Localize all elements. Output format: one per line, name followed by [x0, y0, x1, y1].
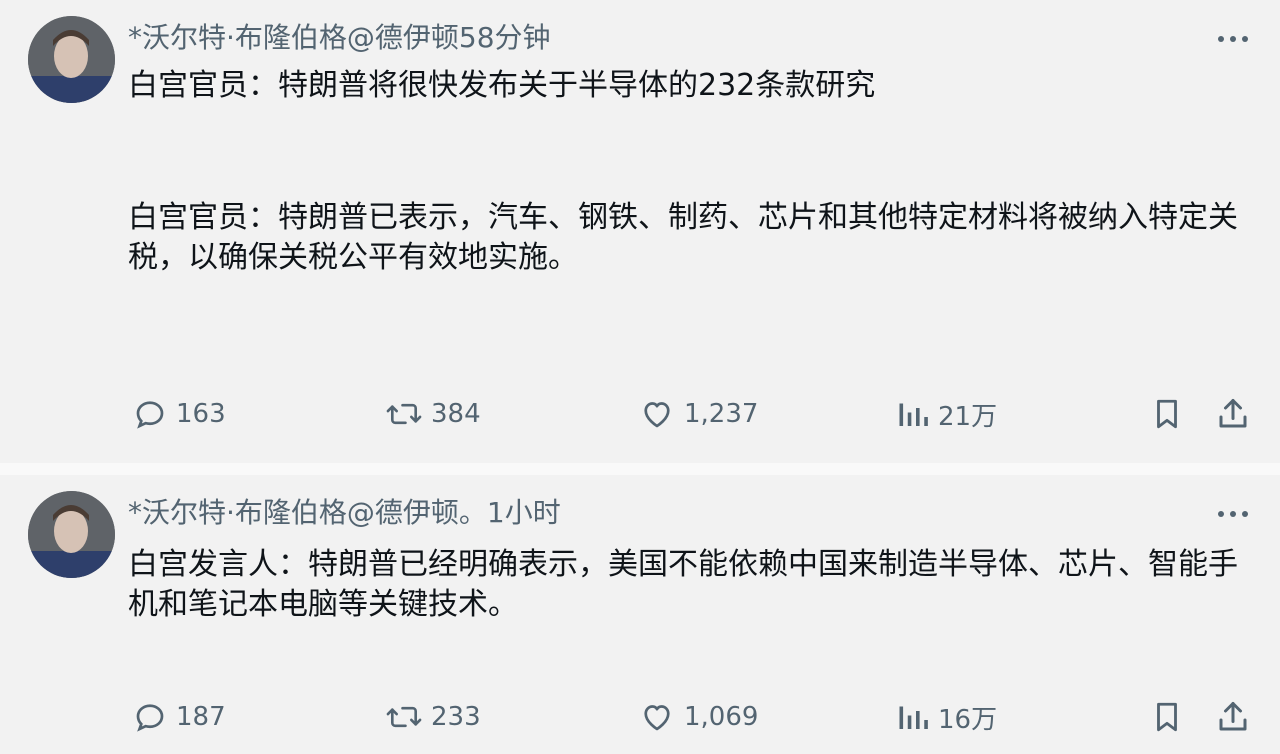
- like-count: 1,237: [684, 399, 759, 429]
- share-button[interactable]: [1215, 394, 1259, 434]
- views-button[interactable]: 16万: [896, 697, 997, 737]
- more-icon[interactable]: [1216, 24, 1250, 54]
- bookmark-button[interactable]: [1150, 697, 1192, 737]
- post-text: 白宫官员：特朗普将很快发布关于半导体的232条款研究: [128, 68, 876, 103]
- post-time[interactable]: 1小时: [487, 496, 561, 529]
- reply-icon: [136, 704, 164, 732]
- avatar[interactable]: [28, 491, 115, 578]
- avatar[interactable]: [28, 16, 115, 103]
- bookmark-icon: [1157, 399, 1177, 429]
- repost-count: 233: [431, 702, 481, 732]
- views-count: 16万: [938, 704, 998, 735]
- repost-button[interactable]: 233: [385, 697, 481, 737]
- views-count: 21万: [938, 401, 998, 432]
- post[interactable]: *沃尔特·布隆伯格@德伊顿58分钟 白宫官员：特朗普将很快发布关于半导体的232…: [0, 0, 1280, 463]
- reply-count: 163: [176, 399, 226, 429]
- author-name[interactable]: *沃尔特·布隆伯格@德伊顿。: [128, 496, 487, 529]
- post-text: 白宫发言人：特朗普已经明确表示，美国不能依赖中国来制造半导体、芯片、智能手机和笔…: [128, 547, 1238, 622]
- post-header: *沃尔特·布隆伯格@德伊顿58分钟: [128, 20, 551, 56]
- post-header: *沃尔特·布隆伯格@德伊顿。1小时: [128, 495, 561, 531]
- bookmark-button[interactable]: [1150, 394, 1192, 434]
- reply-button[interactable]: 187: [132, 697, 226, 737]
- repost-icon: [386, 403, 422, 425]
- more-icon[interactable]: [1216, 499, 1250, 529]
- heart-icon: [644, 705, 670, 731]
- post[interactable]: *沃尔特·布隆伯格@德伊顿。1小时 白宫发言人：特朗普已经明确表示，美国不能依赖…: [0, 475, 1280, 754]
- reply-icon: [136, 401, 164, 429]
- post-divider: [0, 463, 1280, 475]
- like-count: 1,069: [684, 702, 759, 732]
- heart-icon: [644, 402, 670, 428]
- views-button[interactable]: 21万: [896, 394, 997, 434]
- share-icon: [1219, 702, 1247, 731]
- action-bar: 163 384 1,237 21万: [0, 394, 1280, 434]
- share-button[interactable]: [1215, 697, 1259, 737]
- post-text: 白宫官员：特朗普已表示，汽车、钢铁、制药、芯片和其他特定材料将被纳入特定关税，以…: [128, 200, 1238, 275]
- repost-icon: [386, 706, 422, 728]
- repost-count: 384: [431, 399, 481, 429]
- action-bar: 187 233 1,069 16万: [0, 697, 1280, 737]
- like-button[interactable]: 1,237: [638, 394, 758, 434]
- share-icon: [1219, 399, 1247, 428]
- reply-button[interactable]: 163: [132, 394, 226, 434]
- repost-button[interactable]: 384: [385, 394, 481, 434]
- views-icon: [899, 706, 928, 729]
- post-time[interactable]: 58分钟: [459, 21, 551, 54]
- like-button[interactable]: 1,069: [638, 697, 758, 737]
- reply-count: 187: [176, 702, 226, 732]
- author-name[interactable]: *沃尔特·布隆伯格@德伊顿: [128, 21, 459, 54]
- bookmark-icon: [1157, 702, 1177, 732]
- views-icon: [899, 403, 928, 426]
